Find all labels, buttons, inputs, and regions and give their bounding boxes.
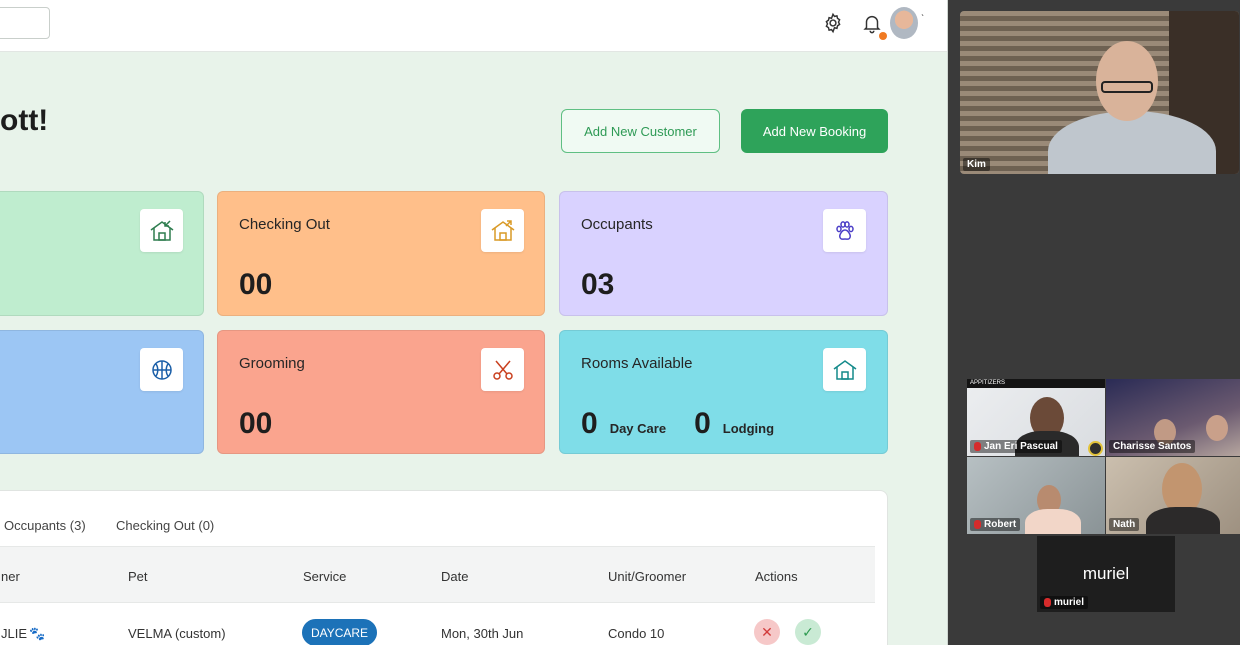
chevron-down-icon[interactable]: ˋ bbox=[921, 14, 924, 25]
video-tile-nath[interactable]: Nath bbox=[1106, 457, 1240, 534]
reaction-icon bbox=[1088, 441, 1103, 456]
approve-button[interactable]: ✓ bbox=[795, 619, 821, 645]
column-owner[interactable]: ner bbox=[1, 569, 20, 584]
stat-card-grooming[interactable]: Grooming 00 bbox=[217, 330, 545, 454]
stat-card-checking-in[interactable] bbox=[0, 191, 204, 316]
mic-off-icon bbox=[1044, 598, 1051, 607]
card-title: Checking Out bbox=[239, 216, 330, 233]
participant-placeholder-name: muriel bbox=[1082, 564, 1130, 583]
participant-video bbox=[1206, 415, 1228, 441]
column-service[interactable]: Service bbox=[303, 569, 346, 584]
mic-off-icon bbox=[974, 442, 981, 451]
lodging-rooms-label: Lodging bbox=[722, 421, 775, 436]
participant-name: muriel bbox=[1040, 596, 1089, 609]
cell-unit: Condo 10 bbox=[608, 626, 665, 641]
bookings-table-panel: Occupants (3) Checking Out (0) ner Pet S… bbox=[0, 490, 888, 645]
column-unit-groomer[interactable]: Unit/Groomer bbox=[608, 569, 686, 584]
participant-name: Kim bbox=[963, 158, 990, 171]
add-customer-button[interactable]: Add New Customer bbox=[561, 109, 720, 153]
page-title: ott! bbox=[0, 104, 49, 137]
service-badge: DAYCARE bbox=[302, 619, 377, 645]
participant-name: Nath bbox=[1109, 518, 1140, 531]
video-banner: APPITIZERS bbox=[967, 379, 1105, 388]
card-value: 00 bbox=[239, 268, 273, 301]
column-actions: Actions bbox=[755, 569, 798, 584]
stat-card-rooms-available[interactable]: Rooms Available 0 Day Care 0 Lodging bbox=[559, 330, 888, 454]
add-booking-button[interactable]: Add New Booking bbox=[741, 109, 888, 153]
tab-checking-out[interactable]: Checking Out (0) bbox=[116, 518, 214, 533]
stat-card-checking-out[interactable]: Checking Out 00 bbox=[217, 191, 545, 316]
cell-owner: JLIE bbox=[1, 626, 28, 641]
search-input[interactable] bbox=[0, 7, 50, 39]
video-tile-jan[interactable]: APPITIZERS Jan Eri Pascual bbox=[967, 379, 1105, 456]
cell-pet[interactable]: VELMA (custom) bbox=[128, 626, 226, 641]
stat-card-daycare[interactable] bbox=[0, 330, 204, 454]
rooms-values: 0 Day Care 0 Lodging bbox=[581, 407, 802, 441]
avatar[interactable] bbox=[890, 7, 918, 39]
card-value: 03 bbox=[581, 268, 615, 301]
participant-name: Jan Eri Pascual bbox=[970, 440, 1062, 453]
video-tile-charisse[interactable]: Charisse Santos bbox=[1106, 379, 1240, 456]
participant-body bbox=[1146, 507, 1220, 534]
video-call-panel: Kim APPITIZERS Jan Eri Pascual Charisse … bbox=[948, 0, 1240, 645]
house-out-icon bbox=[481, 209, 524, 252]
house-in-icon bbox=[140, 209, 183, 252]
scissors-icon bbox=[481, 348, 524, 391]
video-tile-kim[interactable]: Kim bbox=[960, 11, 1239, 174]
column-date[interactable]: Date bbox=[441, 569, 468, 584]
mic-off-icon bbox=[974, 520, 981, 529]
reject-button[interactable]: ✕ bbox=[754, 619, 780, 645]
card-title: Grooming bbox=[239, 355, 305, 372]
home-icon bbox=[823, 348, 866, 391]
dashboard-app: ˋ ott! Add New Customer Add New Booking … bbox=[0, 0, 948, 645]
cell-date: Mon, 30th Jun bbox=[441, 626, 524, 641]
notification-badge bbox=[879, 32, 887, 40]
tab-occupants[interactable]: Occupants (3) bbox=[4, 518, 86, 533]
video-tile-robert[interactable]: Robert bbox=[967, 457, 1105, 534]
paw-icon bbox=[823, 209, 866, 252]
column-pet[interactable]: Pet bbox=[128, 569, 148, 584]
participant-name: Charisse Santos bbox=[1109, 440, 1196, 453]
card-title: Occupants bbox=[581, 216, 653, 233]
top-bar: ˋ bbox=[0, 0, 947, 52]
daycare-rooms-label: Day Care bbox=[609, 421, 667, 436]
gear-icon[interactable] bbox=[820, 10, 846, 36]
glasses bbox=[1101, 81, 1153, 93]
daycare-rooms-value: 0 bbox=[581, 407, 598, 440]
paw-icon: 🐾 bbox=[29, 626, 46, 641]
table-header: ner Pet Service Date Unit/Groomer Action… bbox=[0, 546, 875, 603]
ball-icon bbox=[140, 348, 183, 391]
card-value: 00 bbox=[239, 407, 273, 440]
lodging-rooms-value: 0 bbox=[694, 407, 711, 440]
card-title: Rooms Available bbox=[581, 355, 693, 372]
participant-name: Robert bbox=[970, 518, 1021, 531]
stat-card-occupants[interactable]: Occupants 03 bbox=[559, 191, 888, 316]
video-tile-muriel[interactable]: muriel muriel bbox=[1037, 536, 1175, 612]
participant-body bbox=[1025, 509, 1081, 534]
